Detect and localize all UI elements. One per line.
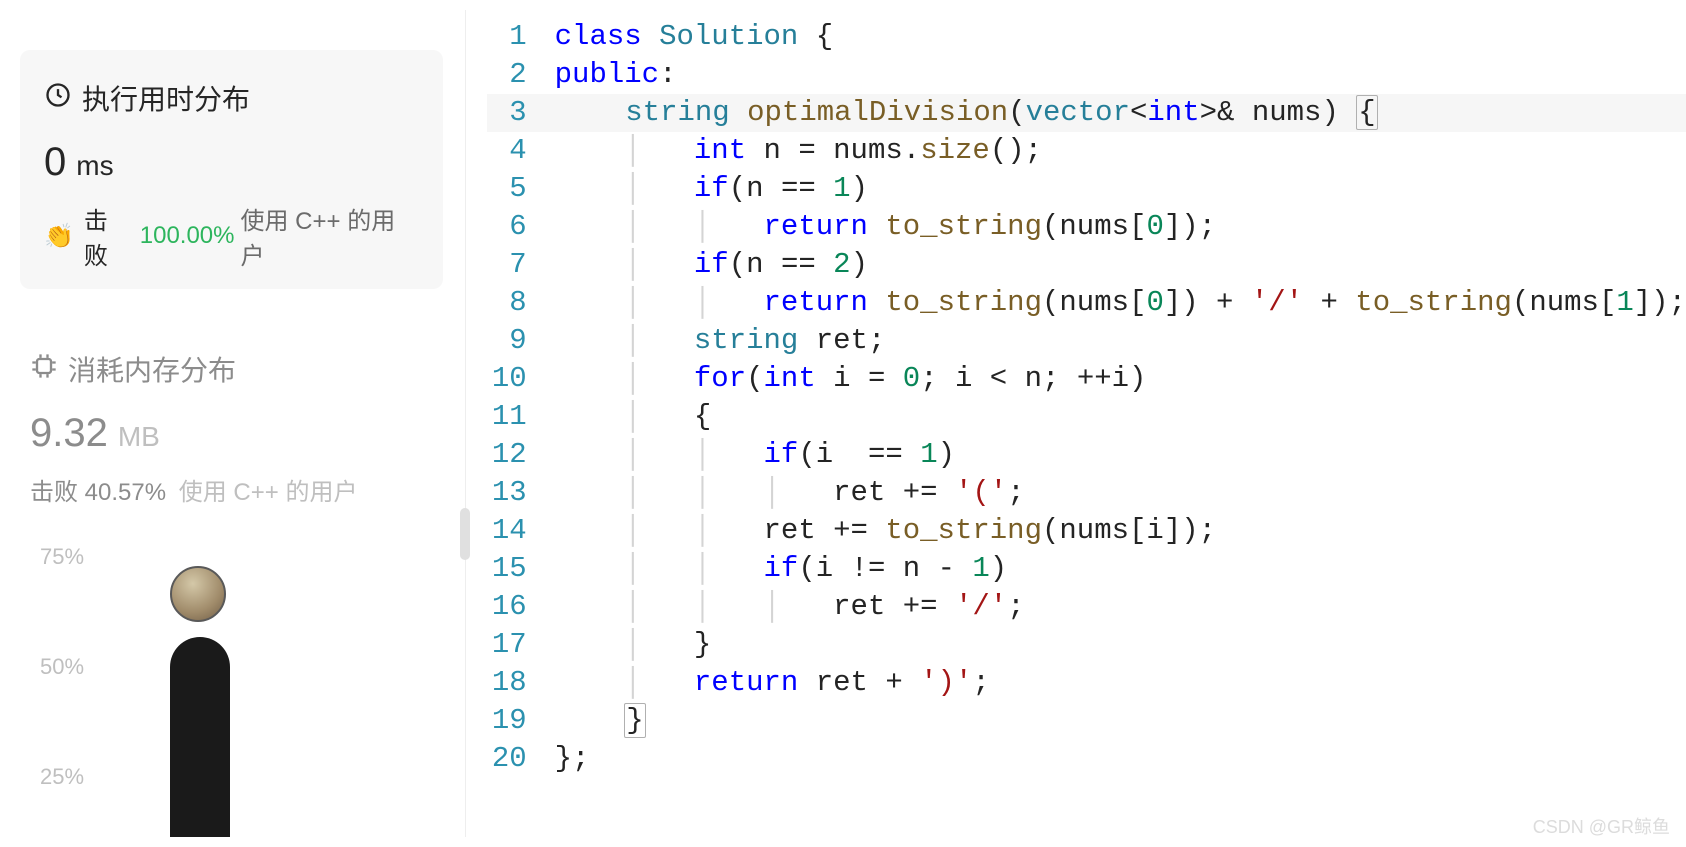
code-content[interactable]: │ } (555, 626, 712, 664)
code-line[interactable]: 10 │ for(int i = 0; i < n; ++i) (487, 360, 1686, 398)
avatar[interactable] (170, 566, 226, 622)
line-number: 11 (487, 398, 555, 436)
code-content[interactable]: │ │ return to_string(nums[0]) + '/' + to… (555, 284, 1686, 322)
code-content[interactable]: │ int n = nums.size(); (555, 132, 1042, 170)
runtime-card[interactable]: 执行用时分布 0 ms 👏 击败 100.00% 使用 C++ 的用户 (20, 50, 443, 289)
runtime-value-unit: ms (76, 150, 113, 182)
code-content[interactable]: public: (555, 56, 677, 94)
code-content[interactable]: │ │ if(i == 1) (555, 436, 955, 474)
code-line[interactable]: 4 │ int n = nums.size(); (487, 132, 1686, 170)
memory-beat: 击败 40.57% 使用 C++ 的用户 (30, 472, 433, 507)
memory-value: 9.32 MB (30, 411, 433, 456)
code-content[interactable]: │ if(n == 2) (555, 246, 868, 284)
code-line[interactable]: 9 │ string ret; (487, 322, 1686, 360)
line-number: 8 (487, 284, 555, 322)
code-line[interactable]: 19 } (487, 702, 1686, 740)
code-content[interactable]: │ for(int i = 0; i < n; ++i) (555, 360, 1147, 398)
code-line[interactable]: 6 │ │ return to_string(nums[0]); (487, 208, 1686, 246)
memory-title-text: 消耗内存分布 (68, 349, 236, 389)
code-line[interactable]: 12 │ │ if(i == 1) (487, 436, 1686, 474)
line-number: 9 (487, 322, 555, 360)
runtime-beat-pct: 100.00% (140, 222, 235, 250)
line-number: 20 (487, 740, 555, 778)
line-number: 7 (487, 246, 555, 284)
runtime-beat-prefix: 击败 (84, 201, 132, 271)
code-content[interactable]: │ { (555, 398, 712, 436)
code-line[interactable]: 5 │ if(n == 1) (487, 170, 1686, 208)
line-number: 15 (487, 550, 555, 588)
line-number: 6 (487, 208, 555, 246)
code-line[interactable]: 8 │ │ return to_string(nums[0]) + '/' + … (487, 284, 1686, 322)
code-content[interactable]: }; (555, 740, 590, 778)
distribution-chart[interactable]: 75% 50% 25% (30, 557, 433, 837)
line-number: 19 (487, 702, 555, 740)
code-line[interactable]: 13 │ │ │ ret += '('; (487, 474, 1686, 512)
memory-value-unit: MB (118, 421, 160, 453)
code-content[interactable]: string optimalDivision(vector<int>& nums… (555, 94, 1378, 132)
ytick-50: 50% (40, 654, 84, 680)
code-content[interactable]: │ return ret + ')'; (555, 664, 990, 702)
line-number: 14 (487, 512, 555, 550)
distribution-bar[interactable] (170, 637, 230, 837)
memory-beat-pct: 40.57% (85, 479, 166, 506)
memory-beat-prefix: 击败 (30, 479, 78, 506)
memory-section[interactable]: 消耗内存分布 9.32 MB 击败 40.57% 使用 C++ 的用户 75% … (20, 349, 443, 837)
code-content[interactable]: │ │ if(i != n - 1) (555, 550, 1008, 588)
code-line[interactable]: 2public: (487, 56, 1686, 94)
runtime-title: 执行用时分布 (44, 78, 419, 118)
runtime-value-number: 0 (44, 140, 66, 185)
line-number: 16 (487, 588, 555, 626)
runtime-title-text: 执行用时分布 (82, 78, 250, 118)
line-number: 18 (487, 664, 555, 702)
memory-value-number: 9.32 (30, 411, 108, 456)
code-line[interactable]: 16 │ │ │ ret += '/'; (487, 588, 1686, 626)
line-number: 12 (487, 436, 555, 474)
code-content[interactable]: │ string ret; (555, 322, 886, 360)
code-content[interactable]: │ │ return to_string(nums[0]); (555, 208, 1216, 246)
code-content[interactable]: class Solution { (555, 18, 833, 56)
code-content[interactable]: │ if(n == 1) (555, 170, 868, 208)
clap-icon: 👏 (44, 222, 74, 251)
stats-panel: 执行用时分布 0 ms 👏 击败 100.00% 使用 C++ 的用户 消耗内存… (0, 0, 463, 847)
line-number: 13 (487, 474, 555, 512)
code-line[interactable]: 1class Solution { (487, 18, 1686, 56)
code-line[interactable]: 3 string optimalDivision(vector<int>& nu… (487, 94, 1686, 132)
line-number: 3 (487, 94, 555, 132)
memory-title: 消耗内存分布 (30, 349, 433, 389)
runtime-value: 0 ms (44, 140, 419, 185)
chip-icon (30, 352, 58, 387)
code-line[interactable]: 11 │ { (487, 398, 1686, 436)
memory-beat-suffix: 使用 C++ 的用户 (179, 479, 358, 506)
code-line[interactable]: 14 │ │ ret += to_string(nums[i]); (487, 512, 1686, 550)
code-line[interactable]: 7 │ if(n == 2) (487, 246, 1686, 284)
line-number: 4 (487, 132, 555, 170)
code-line[interactable]: 18 │ return ret + ')'; (487, 664, 1686, 702)
code-content[interactable]: } (555, 702, 646, 740)
ytick-25: 25% (40, 764, 84, 790)
code-content[interactable]: │ │ │ ret += '/'; (555, 588, 1025, 626)
line-number: 17 (487, 626, 555, 664)
clock-icon (44, 81, 72, 116)
ytick-75: 75% (40, 544, 84, 570)
code-line[interactable]: 15 │ │ if(i != n - 1) (487, 550, 1686, 588)
line-number: 5 (487, 170, 555, 208)
code-line[interactable]: 17 │ } (487, 626, 1686, 664)
code-line[interactable]: 20}; (487, 740, 1686, 778)
code-content[interactable]: │ │ │ ret += '('; (555, 474, 1025, 512)
code-content[interactable]: │ │ ret += to_string(nums[i]); (555, 512, 1216, 550)
code-editor[interactable]: 1class Solution {2public:3 string optima… (463, 0, 1686, 847)
runtime-beat-suffix: 使用 C++ 的用户 (241, 201, 419, 271)
watermark: CSDN @GR鲸鱼 (1533, 813, 1670, 839)
line-number: 2 (487, 56, 555, 94)
line-number: 1 (487, 18, 555, 56)
line-number: 10 (487, 360, 555, 398)
runtime-beat: 👏 击败 100.00% 使用 C++ 的用户 (44, 201, 419, 271)
